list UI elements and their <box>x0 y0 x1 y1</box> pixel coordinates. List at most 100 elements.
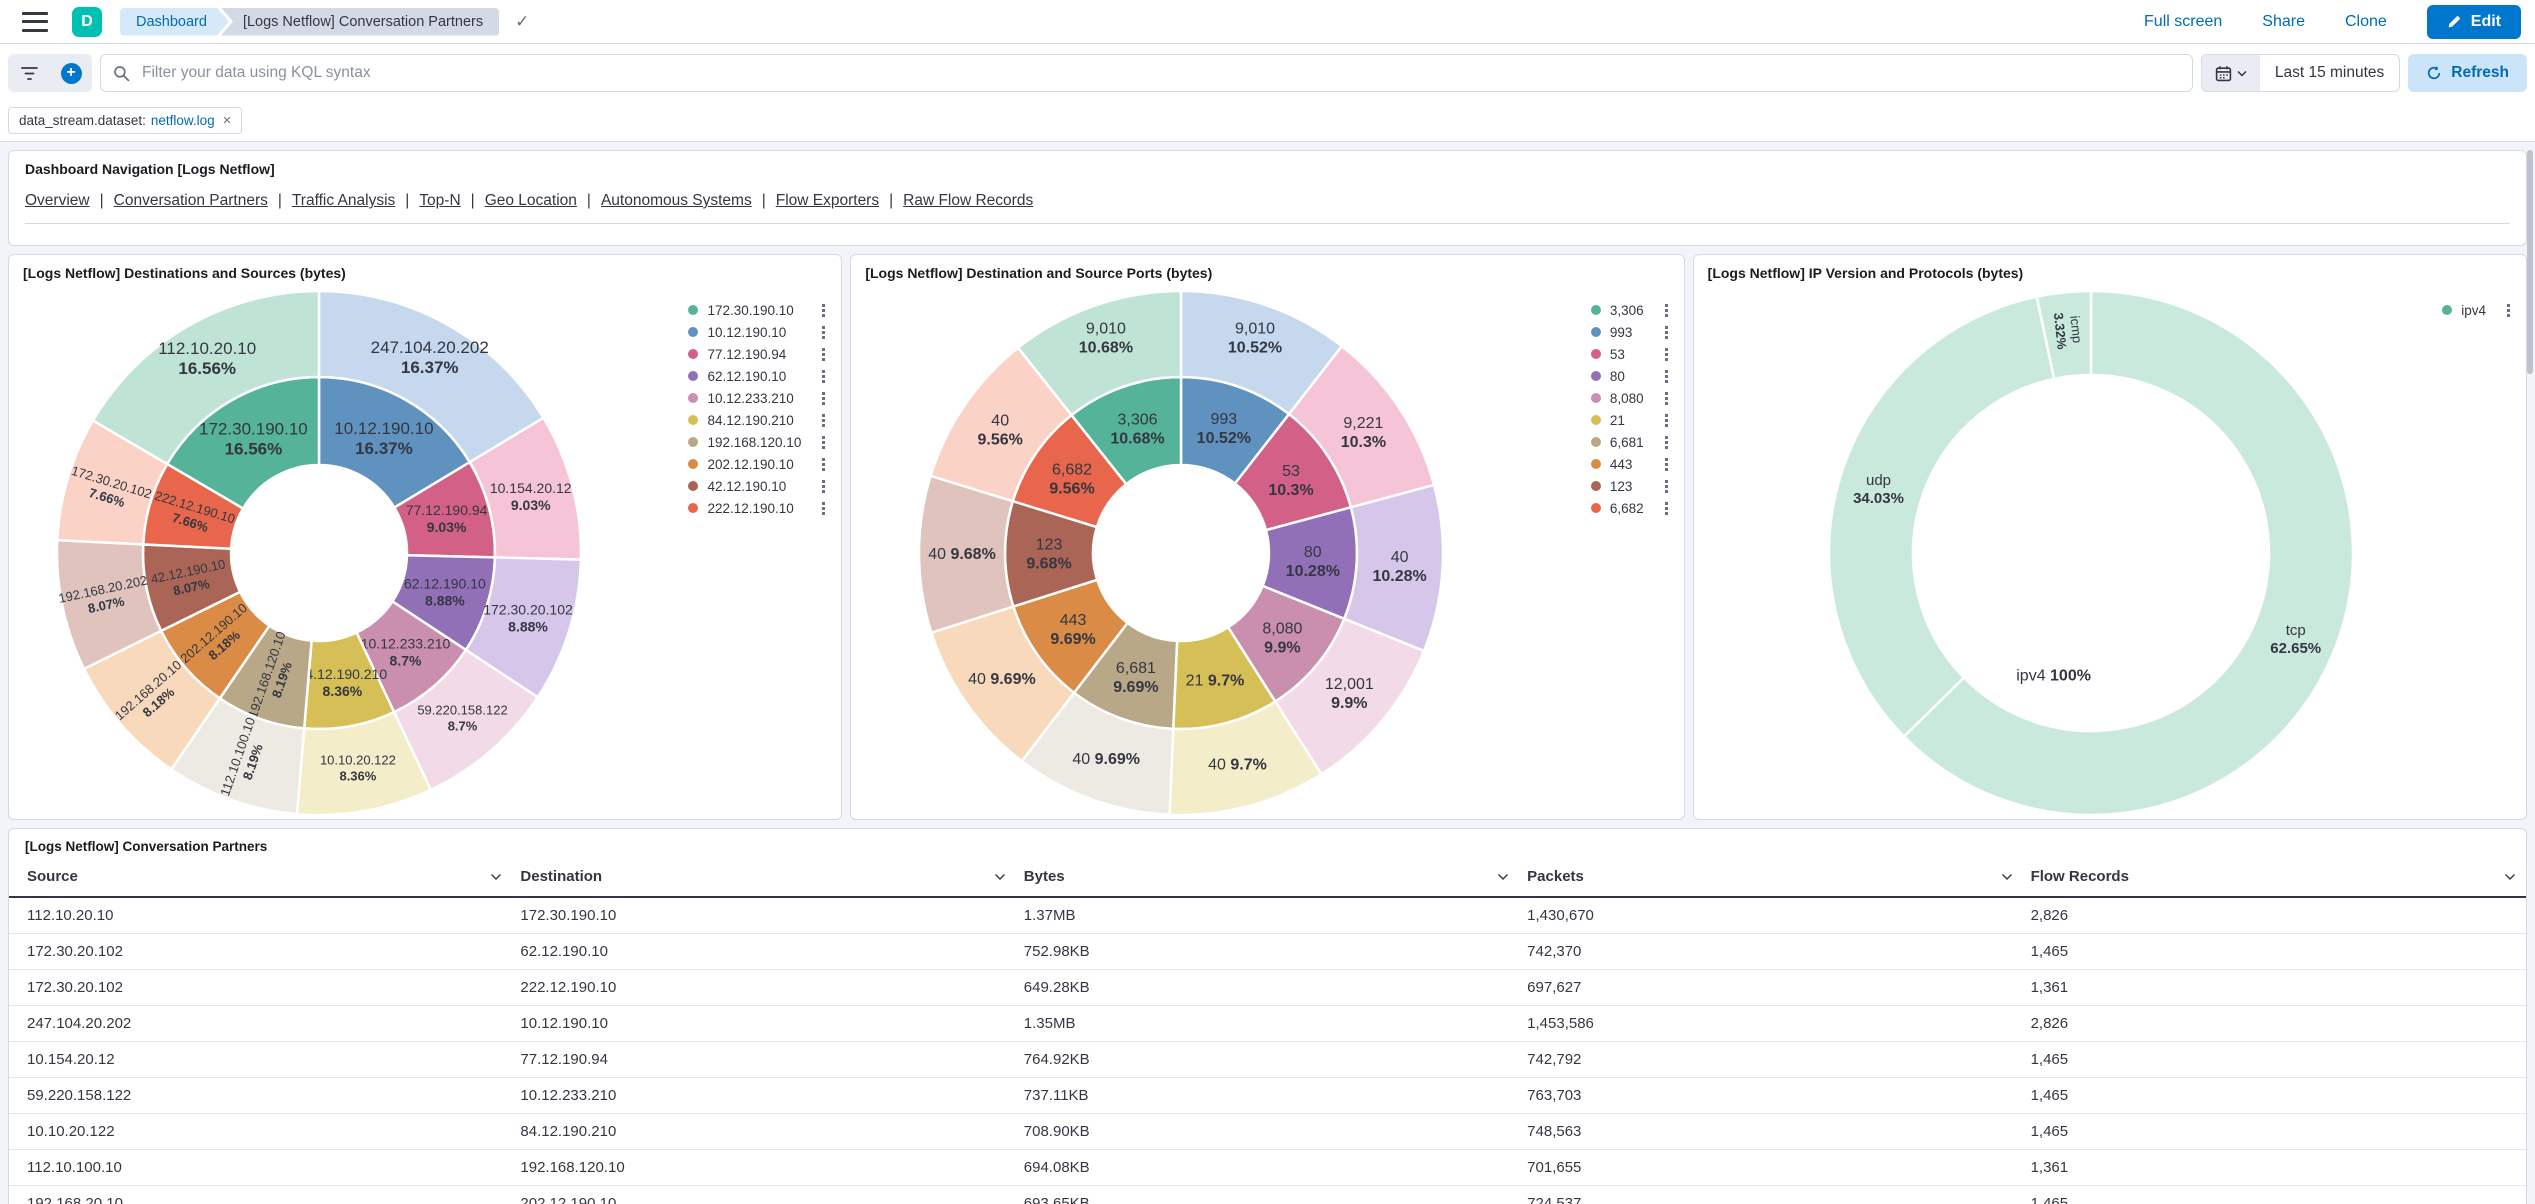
column-header-source[interactable]: Source <box>9 858 512 897</box>
legend-item-993[interactable]: 993 <box>1591 321 1671 343</box>
legend-item-6-682[interactable]: 6,682 <box>1591 497 1671 519</box>
legend-label[interactable]: 77.12.190.94 <box>707 347 804 362</box>
legend-item-123[interactable]: 123 <box>1591 475 1671 497</box>
legend-item-3-306[interactable]: 3,306 <box>1591 299 1671 321</box>
space-logo[interactable]: D <box>72 7 102 37</box>
legend-item-192-168-120-10[interactable]: 192.168.120.10 <box>688 431 828 453</box>
legend-actions-icon[interactable] <box>819 323 828 342</box>
nav-link-geo-location[interactable]: Geo Location <box>485 192 577 209</box>
legend-actions-icon[interactable] <box>1662 433 1671 452</box>
sort-chevron-icon[interactable] <box>2504 873 2516 881</box>
legend-actions-icon[interactable] <box>819 411 828 430</box>
legend-label[interactable]: 443 <box>1610 457 1651 472</box>
legend-actions-icon[interactable] <box>1662 455 1671 474</box>
legend-label[interactable]: 6,682 <box>1610 501 1662 516</box>
legend-label[interactable]: 21 <box>1610 413 1643 428</box>
nav-link-flow-exporters[interactable]: Flow Exporters <box>776 192 879 209</box>
legend-item-222-12-190-10[interactable]: 222.12.190.10 <box>688 497 828 519</box>
menu-hamburger-icon[interactable] <box>22 12 48 32</box>
legend-label[interactable]: 6,681 <box>1610 435 1662 450</box>
legend-actions-icon[interactable] <box>819 433 828 452</box>
check-icon[interactable]: ✓ <box>515 12 529 32</box>
time-picker-quick-menu[interactable] <box>2202 55 2260 91</box>
add-filter-button[interactable]: + <box>50 54 92 92</box>
page-scrollbar-thumb[interactable] <box>2527 150 2533 374</box>
legend-actions-icon[interactable] <box>819 389 828 408</box>
legend-actions-icon[interactable] <box>819 477 828 496</box>
legend-item-84-12-190-210[interactable]: 84.12.190.210 <box>688 409 828 431</box>
column-header-packets[interactable]: Packets <box>1519 858 2022 897</box>
nav-link-conversation-partners[interactable]: Conversation Partners <box>114 192 268 209</box>
legend-label[interactable]: 10.12.190.10 <box>707 325 804 340</box>
legend-label[interactable]: 3,306 <box>1610 303 1662 318</box>
legend-actions-icon[interactable] <box>819 367 828 386</box>
clone-button[interactable]: Clone <box>2345 13 2387 31</box>
legend-actions-icon[interactable] <box>819 499 828 518</box>
full-screen-button[interactable]: Full screen <box>2144 13 2222 31</box>
legend-label[interactable]: 84.12.190.210 <box>707 413 811 428</box>
legend-label[interactable]: 8,080 <box>1610 391 1662 406</box>
table-panel-title[interactable]: [Logs Netflow] Conversation Partners <box>9 833 283 858</box>
sort-chevron-icon[interactable] <box>2001 873 2013 881</box>
legend-label[interactable]: 202.12.190.10 <box>707 457 811 472</box>
legend-item-6-681[interactable]: 6,681 <box>1591 431 1671 453</box>
legend-item-53[interactable]: 53 <box>1591 343 1671 365</box>
column-header-destination[interactable]: Destination <box>512 858 1015 897</box>
kql-search-bar[interactable] <box>100 54 2193 92</box>
legend-actions-icon[interactable] <box>819 345 828 364</box>
legend-item-ipv4[interactable]: ipv4 <box>2442 299 2513 321</box>
nav-link-overview[interactable]: Overview <box>25 192 90 209</box>
legend-label[interactable]: 42.12.190.10 <box>707 479 804 494</box>
column-header-flow-records[interactable]: Flow Records <box>2023 858 2526 897</box>
legend-item-80[interactable]: 80 <box>1591 365 1671 387</box>
legend-actions-icon[interactable] <box>1662 367 1671 386</box>
filter-menu-button[interactable] <box>8 54 50 92</box>
legend-actions-icon[interactable] <box>819 301 828 320</box>
legend-item-62-12-190-10[interactable]: 62.12.190.10 <box>688 365 828 387</box>
legend-item-443[interactable]: 443 <box>1591 453 1671 475</box>
nav-link-raw-flow-records[interactable]: Raw Flow Records <box>903 192 1033 209</box>
sort-chevron-icon[interactable] <box>1497 873 1509 881</box>
legend-item-202-12-190-10[interactable]: 202.12.190.10 <box>688 453 828 475</box>
legend-label[interactable]: 10.12.233.210 <box>707 391 811 406</box>
legend-item-77-12-190-94[interactable]: 77.12.190.94 <box>688 343 828 365</box>
legend-actions-icon[interactable] <box>1662 477 1671 496</box>
legend-label[interactable]: 62.12.190.10 <box>707 369 804 384</box>
nav-link-traffic-analysis[interactable]: Traffic Analysis <box>292 192 395 209</box>
legend-item-10-12-190-10[interactable]: 10.12.190.10 <box>688 321 828 343</box>
legend-label[interactable]: 123 <box>1610 479 1651 494</box>
legend-actions-icon[interactable] <box>1662 389 1671 408</box>
legend-item-10-12-233-210[interactable]: 10.12.233.210 <box>688 387 828 409</box>
legend-label[interactable]: 222.12.190.10 <box>707 501 811 516</box>
kql-search-input[interactable] <box>140 63 2180 83</box>
legend-actions-icon[interactable] <box>819 455 828 474</box>
legend-label[interactable]: 993 <box>1610 325 1651 340</box>
legend-actions-icon[interactable] <box>1662 323 1671 342</box>
column-header-bytes[interactable]: Bytes <box>1016 858 1519 897</box>
nav-link-top-n[interactable]: Top-N <box>419 192 460 209</box>
legend-actions-icon[interactable] <box>1662 301 1671 320</box>
sort-chevron-icon[interactable] <box>490 873 502 881</box>
legend-actions-icon[interactable] <box>2504 301 2513 320</box>
close-icon[interactable]: × <box>223 112 232 129</box>
sort-chevron-icon[interactable] <box>994 873 1006 881</box>
legend-item-8-080[interactable]: 8,080 <box>1591 387 1671 409</box>
nav-link-autonomous-systems[interactable]: Autonomous Systems <box>601 192 752 209</box>
legend-item-172-30-190-10[interactable]: 172.30.190.10 <box>688 299 828 321</box>
time-range-value[interactable]: Last 15 minutes <box>2260 55 2399 91</box>
legend-label[interactable]: ipv4 <box>2461 303 2504 318</box>
legend-label[interactable]: 192.168.120.10 <box>707 435 819 450</box>
breadcrumb-dashboard[interactable]: Dashboard <box>120 8 229 36</box>
legend-item-42-12-190-10[interactable]: 42.12.190.10 <box>688 475 828 497</box>
legend-label[interactable]: 80 <box>1610 369 1643 384</box>
legend-actions-icon[interactable] <box>1662 499 1671 518</box>
filter-pill-datastream[interactable]: data_stream.dataset: netflow.log × <box>8 107 242 134</box>
share-button[interactable]: Share <box>2262 13 2305 31</box>
refresh-button[interactable]: Refresh <box>2408 54 2527 92</box>
legend-actions-icon[interactable] <box>1662 411 1671 430</box>
legend-label[interactable]: 172.30.190.10 <box>707 303 811 318</box>
legend-item-21[interactable]: 21 <box>1591 409 1671 431</box>
breadcrumb-current-dashboard[interactable]: [Logs Netflow] Conversation Partners <box>221 8 499 36</box>
edit-button[interactable]: Edit <box>2427 5 2521 39</box>
legend-actions-icon[interactable] <box>1662 345 1671 364</box>
